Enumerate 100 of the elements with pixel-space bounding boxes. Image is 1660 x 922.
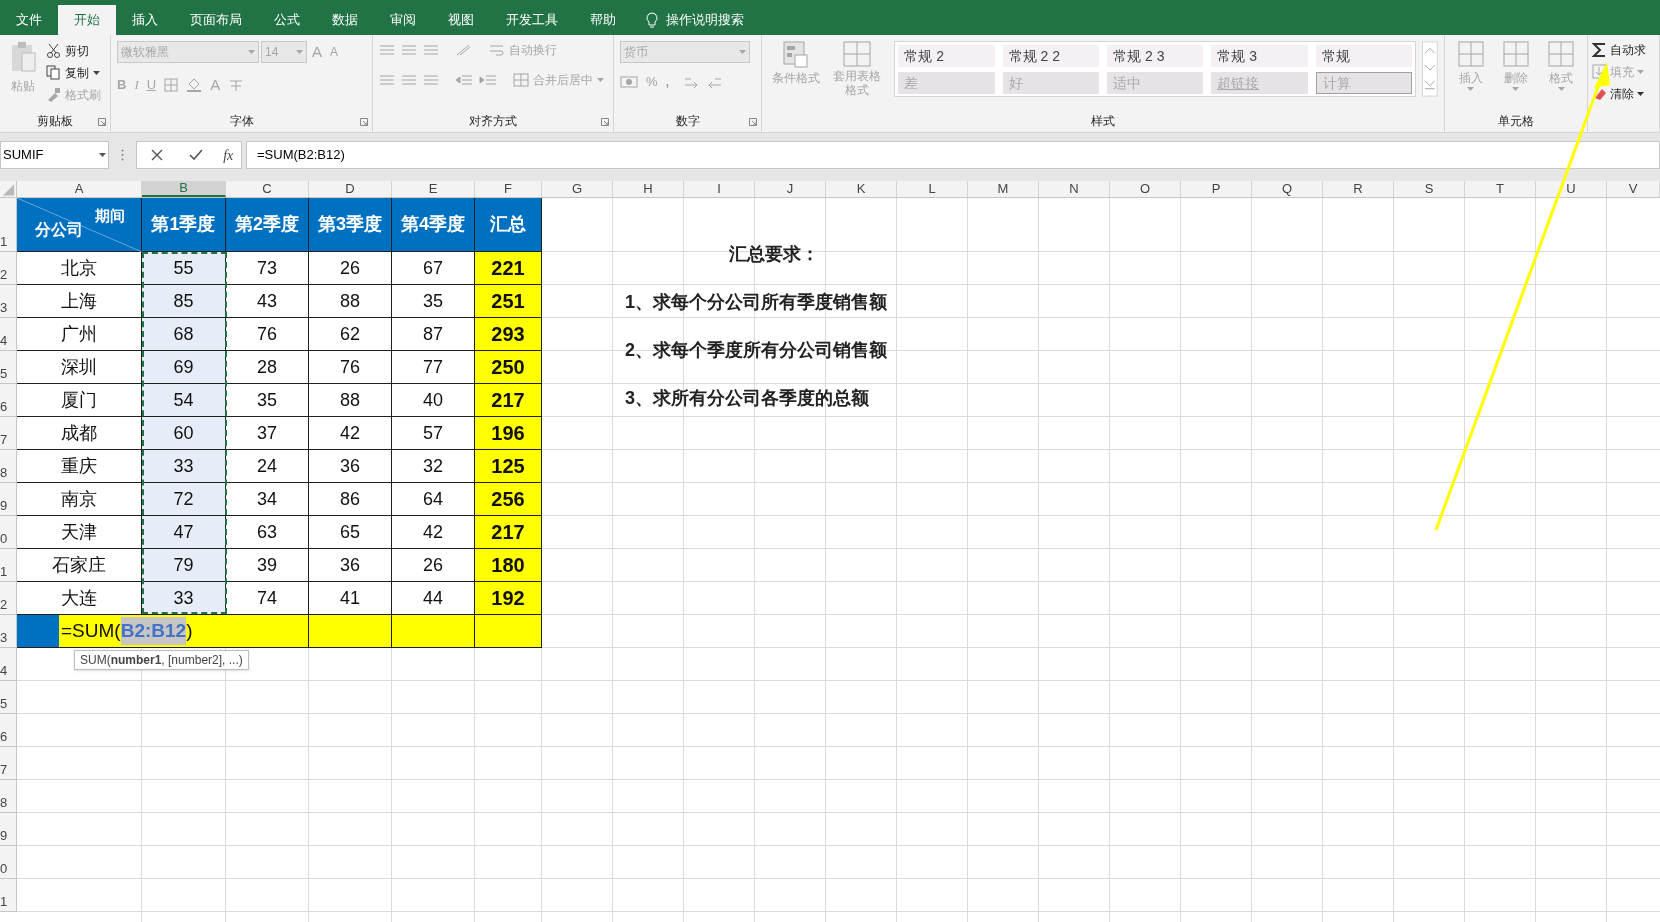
row-header[interactable]: 1	[0, 879, 17, 912]
autosum-button[interactable]: 自动求	[1592, 41, 1646, 59]
ribbon-tab[interactable]: 视图	[432, 5, 490, 35]
align-middle-icon	[401, 44, 417, 56]
row-header[interactable]: 4	[0, 318, 17, 351]
formula-field[interactable]: =SUM(B2:B12)	[246, 141, 1660, 169]
clipboard-copy-button[interactable]: 复制	[46, 63, 101, 82]
row-header[interactable]: 6	[0, 714, 17, 747]
table-cell	[17, 615, 59, 648]
row-header[interactable]: 3	[0, 615, 17, 648]
column-header[interactable]: P	[1181, 181, 1252, 197]
group-label: 剪贴板	[37, 113, 73, 130]
style-swatch[interactable]: 常规 2 2	[1002, 45, 1100, 67]
ribbon-tab[interactable]: 帮助	[574, 5, 632, 35]
table-cell: 72	[142, 483, 226, 516]
table-cell: 293	[475, 318, 542, 351]
table-cell: 39	[226, 549, 309, 582]
column-header[interactable]: I	[684, 181, 755, 197]
table-cell: 26	[309, 252, 392, 285]
row-header[interactable]: 5	[0, 681, 17, 714]
wrap-icon	[489, 43, 505, 57]
column-header[interactable]: V	[1607, 181, 1660, 197]
column-header[interactable]: K	[826, 181, 897, 197]
row-header[interactable]: 0	[0, 516, 17, 549]
column-header[interactable]: G	[542, 181, 613, 197]
row-header[interactable]: 3	[0, 285, 17, 318]
table-cell: 125	[475, 450, 542, 483]
row-header[interactable]: 7	[0, 747, 17, 780]
column-header[interactable]: R	[1323, 181, 1394, 197]
column-header[interactable]: N	[1039, 181, 1110, 197]
column-header[interactable]: O	[1110, 181, 1181, 197]
table-cell: 54	[142, 384, 226, 417]
column-header[interactable]: H	[613, 181, 684, 197]
insert-function-button[interactable]: fx	[223, 144, 234, 166]
caret-icon	[1637, 92, 1644, 96]
row-header[interactable]: 8	[0, 780, 17, 813]
column-header[interactable]: J	[755, 181, 826, 197]
table-cell: 64	[392, 483, 475, 516]
insert-cells-icon	[1457, 41, 1484, 67]
column-header[interactable]: T	[1465, 181, 1536, 197]
ribbon-tab[interactable]: 插入	[116, 5, 174, 35]
align-top-icon	[379, 44, 395, 56]
row-header[interactable]: 0	[0, 846, 17, 879]
row-header[interactable]: 8	[0, 450, 17, 483]
table-cell: 41	[309, 582, 392, 615]
ribbon-tab[interactable]: 开发工具	[490, 5, 574, 35]
align-left-icon	[379, 74, 395, 86]
row-header[interactable]: 5	[0, 351, 17, 384]
style-swatch[interactable]: 常规 2	[898, 45, 995, 67]
ribbon-tab[interactable]: 公式	[258, 5, 316, 35]
table-cell: 石家庄	[17, 549, 142, 582]
row-header[interactable]: 1	[0, 549, 17, 582]
close-icon	[150, 149, 163, 161]
column-header[interactable]: Q	[1252, 181, 1323, 197]
text-orientation-icon	[455, 43, 473, 57]
column-header[interactable]: C	[226, 181, 309, 197]
ribbon-tab[interactable]: 文件	[0, 5, 58, 35]
table-cell: 33	[142, 582, 226, 615]
column-header[interactable]: M	[968, 181, 1039, 197]
search-label[interactable]: 操作说明搜索	[666, 10, 744, 30]
table-header-cell: 汇总	[475, 198, 542, 252]
column-header[interactable]: D	[309, 181, 392, 197]
table-cell: 250	[475, 351, 542, 384]
row-header[interactable]: 6	[0, 384, 17, 417]
row-header[interactable]: 9	[0, 813, 17, 846]
table-cell: 88	[309, 384, 392, 417]
merge-icon	[513, 73, 529, 87]
column-header[interactable]: B	[142, 181, 226, 197]
ribbon-tab[interactable]: 页面布局	[174, 5, 258, 35]
clipboard-cut-button[interactable]: 剪切	[46, 41, 101, 60]
table-cell	[475, 615, 542, 648]
ribbon-tab[interactable]: 开始	[58, 5, 116, 35]
row-header[interactable]: 4	[0, 648, 17, 681]
ribbon-tab[interactable]: 审阅	[374, 5, 432, 35]
table-cell: 42	[392, 516, 475, 549]
name-box[interactable]: SUMIF	[0, 141, 109, 169]
row-header[interactable]: 9	[0, 483, 17, 516]
dialog-launcher-icon	[749, 118, 757, 126]
table-cell: 深圳	[17, 351, 142, 384]
table-cell: 26	[392, 549, 475, 582]
row-header[interactable]: 2	[0, 582, 17, 615]
row-header[interactable]: 1	[0, 198, 17, 252]
currency-icon	[620, 74, 638, 89]
column-header[interactable]: F	[475, 181, 542, 197]
function-tooltip: SUM(number1, [number2], ...)	[74, 650, 249, 670]
row-header[interactable]: 2	[0, 252, 17, 285]
style-swatch[interactable]: 常规 3	[1211, 45, 1308, 67]
column-header[interactable]: L	[897, 181, 968, 197]
table-header-text: 期间	[95, 206, 125, 226]
table-cell: 35	[226, 384, 309, 417]
ribbon-tab[interactable]: 数据	[316, 5, 374, 35]
table-cell: 广州	[17, 318, 142, 351]
style-swatch[interactable]: 常规	[1315, 45, 1413, 67]
caret-icon	[296, 50, 303, 55]
style-swatch[interactable]: 常规 2 3	[1107, 45, 1204, 67]
row-header[interactable]: 7	[0, 417, 17, 450]
column-header[interactable]: E	[392, 181, 475, 197]
clear-button[interactable]: 清除	[1592, 85, 1646, 103]
column-header[interactable]: S	[1394, 181, 1465, 197]
column-header[interactable]: U	[1536, 181, 1607, 197]
